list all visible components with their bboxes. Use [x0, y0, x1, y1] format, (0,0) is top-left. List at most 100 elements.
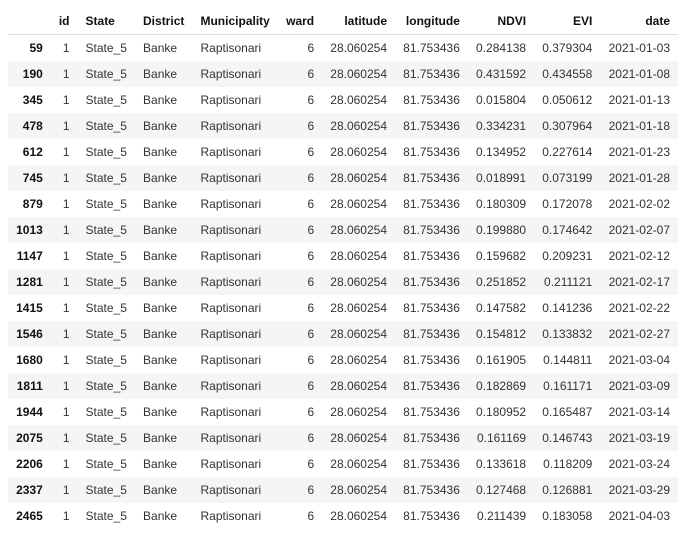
cell-ndvi: 0.334231 [468, 113, 534, 139]
table-row: 12811State_5BankeRaptisonari628.06025481… [8, 269, 678, 295]
cell-evi: 0.141236 [534, 295, 600, 321]
cell-index: 2465 [8, 503, 51, 529]
cell-id: 1 [51, 399, 78, 425]
cell-index: 612 [8, 139, 51, 165]
col-ward: ward [278, 8, 322, 35]
cell-longitude: 81.753436 [395, 347, 468, 373]
cell-district: Banke [135, 295, 192, 321]
cell-latitude: 28.060254 [322, 295, 395, 321]
cell-longitude: 81.753436 [395, 217, 468, 243]
cell-district: Banke [135, 243, 192, 269]
cell-longitude: 81.753436 [395, 399, 468, 425]
cell-municipality: Raptisonari [192, 243, 278, 269]
cell-evi: 0.174642 [534, 217, 600, 243]
cell-municipality: Raptisonari [192, 113, 278, 139]
cell-date: 2021-02-07 [600, 217, 678, 243]
cell-latitude: 28.060254 [322, 191, 395, 217]
col-id: id [51, 8, 78, 35]
table-row: 7451State_5BankeRaptisonari628.06025481.… [8, 165, 678, 191]
cell-district: Banke [135, 61, 192, 87]
cell-state: State_5 [78, 451, 136, 477]
cell-id: 1 [51, 269, 78, 295]
cell-latitude: 28.060254 [322, 217, 395, 243]
cell-municipality: Raptisonari [192, 35, 278, 62]
cell-latitude: 28.060254 [322, 139, 395, 165]
cell-longitude: 81.753436 [395, 425, 468, 451]
table-row: 19441State_5BankeRaptisonari628.06025481… [8, 399, 678, 425]
cell-index: 1013 [8, 217, 51, 243]
cell-district: Banke [135, 191, 192, 217]
cell-longitude: 81.753436 [395, 373, 468, 399]
cell-latitude: 28.060254 [322, 87, 395, 113]
cell-district: Banke [135, 269, 192, 295]
cell-state: State_5 [78, 113, 136, 139]
cell-ward: 6 [278, 321, 322, 347]
cell-municipality: Raptisonari [192, 425, 278, 451]
table-header: id State District Municipality ward lati… [8, 8, 678, 35]
cell-date: 2021-01-18 [600, 113, 678, 139]
cell-index: 2206 [8, 451, 51, 477]
cell-ward: 6 [278, 373, 322, 399]
cell-municipality: Raptisonari [192, 295, 278, 321]
cell-index: 1546 [8, 321, 51, 347]
cell-ward: 6 [278, 451, 322, 477]
cell-ndvi: 0.127468 [468, 477, 534, 503]
cell-ndvi: 0.211439 [468, 503, 534, 529]
cell-state: State_5 [78, 477, 136, 503]
cell-ndvi: 0.284138 [468, 35, 534, 62]
cell-longitude: 81.753436 [395, 477, 468, 503]
cell-district: Banke [135, 87, 192, 113]
cell-date: 2021-01-23 [600, 139, 678, 165]
cell-latitude: 28.060254 [322, 451, 395, 477]
table-row: 1901State_5BankeRaptisonari628.06025481.… [8, 61, 678, 87]
table-row: 3451State_5BankeRaptisonari628.06025481.… [8, 87, 678, 113]
cell-municipality: Raptisonari [192, 139, 278, 165]
cell-municipality: Raptisonari [192, 87, 278, 113]
cell-municipality: Raptisonari [192, 347, 278, 373]
cell-id: 1 [51, 295, 78, 321]
table-row: 18111State_5BankeRaptisonari628.06025481… [8, 373, 678, 399]
col-longitude: longitude [395, 8, 468, 35]
col-state: State [78, 8, 136, 35]
cell-index: 478 [8, 113, 51, 139]
cell-ward: 6 [278, 425, 322, 451]
cell-ward: 6 [278, 217, 322, 243]
cell-district: Banke [135, 217, 192, 243]
cell-longitude: 81.753436 [395, 321, 468, 347]
cell-municipality: Raptisonari [192, 373, 278, 399]
data-table: id State District Municipality ward lati… [8, 8, 678, 529]
cell-date: 2021-01-13 [600, 87, 678, 113]
cell-evi: 0.183058 [534, 503, 600, 529]
cell-date: 2021-03-04 [600, 347, 678, 373]
cell-evi: 0.434558 [534, 61, 600, 87]
table-row: 22061State_5BankeRaptisonari628.06025481… [8, 451, 678, 477]
cell-state: State_5 [78, 503, 136, 529]
cell-evi: 0.211121 [534, 269, 600, 295]
col-evi: EVI [534, 8, 600, 35]
col-municipality: Municipality [192, 8, 278, 35]
table-row: 23371State_5BankeRaptisonari628.06025481… [8, 477, 678, 503]
cell-latitude: 28.060254 [322, 269, 395, 295]
cell-ndvi: 0.015804 [468, 87, 534, 113]
cell-ndvi: 0.154812 [468, 321, 534, 347]
cell-longitude: 81.753436 [395, 503, 468, 529]
cell-date: 2021-01-03 [600, 35, 678, 62]
cell-index: 1944 [8, 399, 51, 425]
cell-index: 59 [8, 35, 51, 62]
cell-evi: 0.144811 [534, 347, 600, 373]
cell-municipality: Raptisonari [192, 399, 278, 425]
cell-evi: 0.165487 [534, 399, 600, 425]
cell-longitude: 81.753436 [395, 269, 468, 295]
cell-ward: 6 [278, 347, 322, 373]
col-ndvi: NDVI [468, 8, 534, 35]
cell-longitude: 81.753436 [395, 61, 468, 87]
cell-latitude: 28.060254 [322, 243, 395, 269]
cell-index: 1415 [8, 295, 51, 321]
cell-id: 1 [51, 373, 78, 399]
cell-id: 1 [51, 347, 78, 373]
table-body: 591State_5BankeRaptisonari628.06025481.7… [8, 35, 678, 530]
cell-ward: 6 [278, 503, 322, 529]
cell-id: 1 [51, 243, 78, 269]
cell-longitude: 81.753436 [395, 243, 468, 269]
cell-evi: 0.209231 [534, 243, 600, 269]
